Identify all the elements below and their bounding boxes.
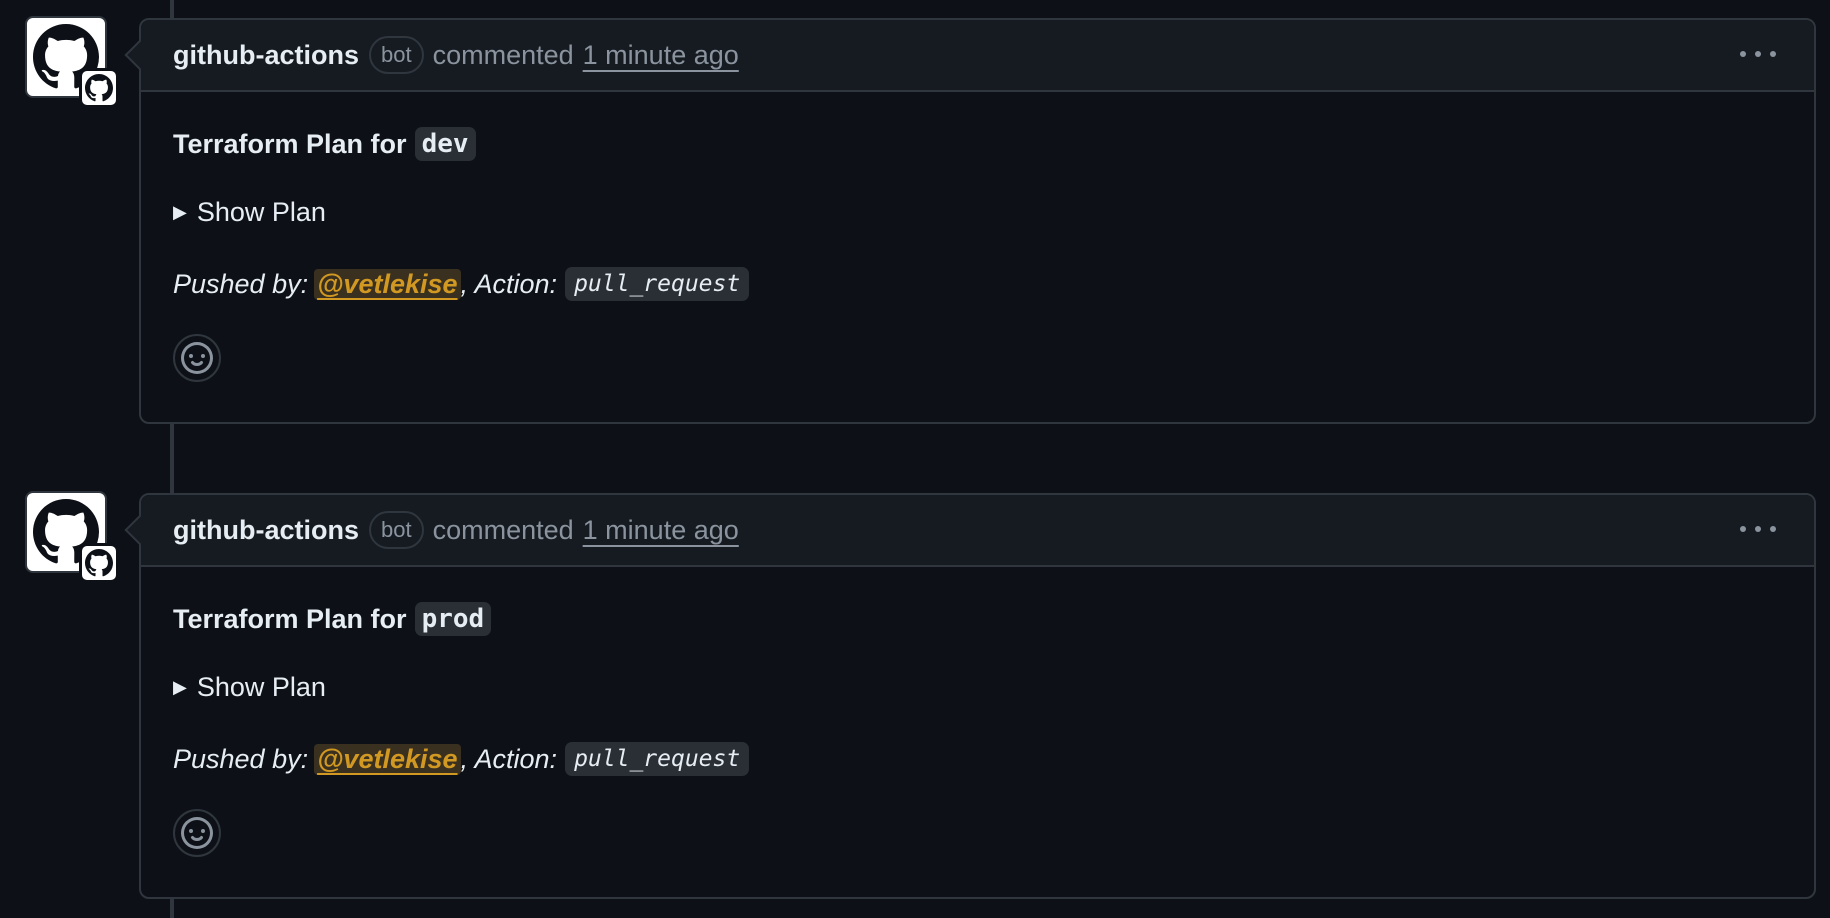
plan-title: Terraform Plan for prod: [173, 599, 1782, 639]
pushed-by-label: Pushed by:: [173, 743, 309, 774]
plan-title: Terraform Plan for dev: [173, 124, 1782, 164]
plan-title-text: Terraform Plan for: [173, 603, 407, 634]
github-app-badge-icon: [85, 549, 113, 577]
comment-box: github-actions bot commented 1 minute ag…: [139, 493, 1816, 899]
comment-body: Terraform Plan for dev ▶ Show Plan Pushe…: [141, 92, 1814, 382]
bot-badge: bot: [368, 511, 424, 549]
github-app-badge: [79, 68, 119, 108]
avatar[interactable]: [25, 16, 119, 108]
action-code: pull_request: [565, 742, 750, 776]
user-mention-link[interactable]: @vetlekise: [314, 268, 461, 300]
add-reaction-button[interactable]: [173, 334, 221, 382]
comment-header: github-actions bot commented 1 minute ag…: [141, 20, 1814, 92]
timestamp-link[interactable]: 1 minute ago: [583, 515, 739, 546]
plan-title-text: Terraform Plan for: [173, 128, 407, 159]
environment-code: prod: [414, 602, 492, 636]
author-name[interactable]: github-actions: [173, 515, 359, 546]
add-reaction-button[interactable]: [173, 809, 221, 857]
pushed-by-line: Pushed by: @vetlekise , Action: pull_req…: [173, 739, 1782, 779]
user-mention-link[interactable]: @vetlekise: [314, 743, 461, 775]
github-app-badge-icon: [85, 74, 113, 102]
pushed-by-label: Pushed by:: [173, 268, 309, 299]
kebab-menu-icon[interactable]: [1740, 42, 1776, 66]
show-plan-label: Show Plan: [196, 671, 326, 702]
commented-label: commented: [432, 514, 574, 545]
bot-badge: bot: [368, 36, 424, 74]
commented-label: commented: [432, 39, 574, 70]
action-code: pull_request: [565, 267, 750, 301]
environment-code: dev: [414, 127, 476, 161]
smiley-icon: [181, 342, 213, 374]
disclosure-triangle-icon: ▶: [173, 201, 187, 222]
show-plan-toggle[interactable]: ▶ Show Plan: [173, 194, 1782, 230]
show-plan-label: Show Plan: [196, 196, 326, 227]
show-plan-toggle[interactable]: ▶ Show Plan: [173, 669, 1782, 705]
comment-header: github-actions bot commented 1 minute ag…: [141, 495, 1814, 567]
smiley-icon: [181, 817, 213, 849]
github-app-badge: [79, 543, 119, 583]
action-label: , Action:: [460, 743, 558, 774]
avatar[interactable]: [25, 491, 119, 583]
kebab-menu-icon[interactable]: [1740, 517, 1776, 541]
disclosure-triangle-icon: ▶: [173, 676, 187, 697]
pushed-by-line: Pushed by: @vetlekise , Action: pull_req…: [173, 264, 1782, 304]
author-name[interactable]: github-actions: [173, 40, 359, 71]
timestamp-link[interactable]: 1 minute ago: [583, 40, 739, 71]
comment-body: Terraform Plan for prod ▶ Show Plan Push…: [141, 567, 1814, 857]
comment-box: github-actions bot commented 1 minute ag…: [139, 18, 1816, 424]
action-label: , Action:: [460, 268, 558, 299]
